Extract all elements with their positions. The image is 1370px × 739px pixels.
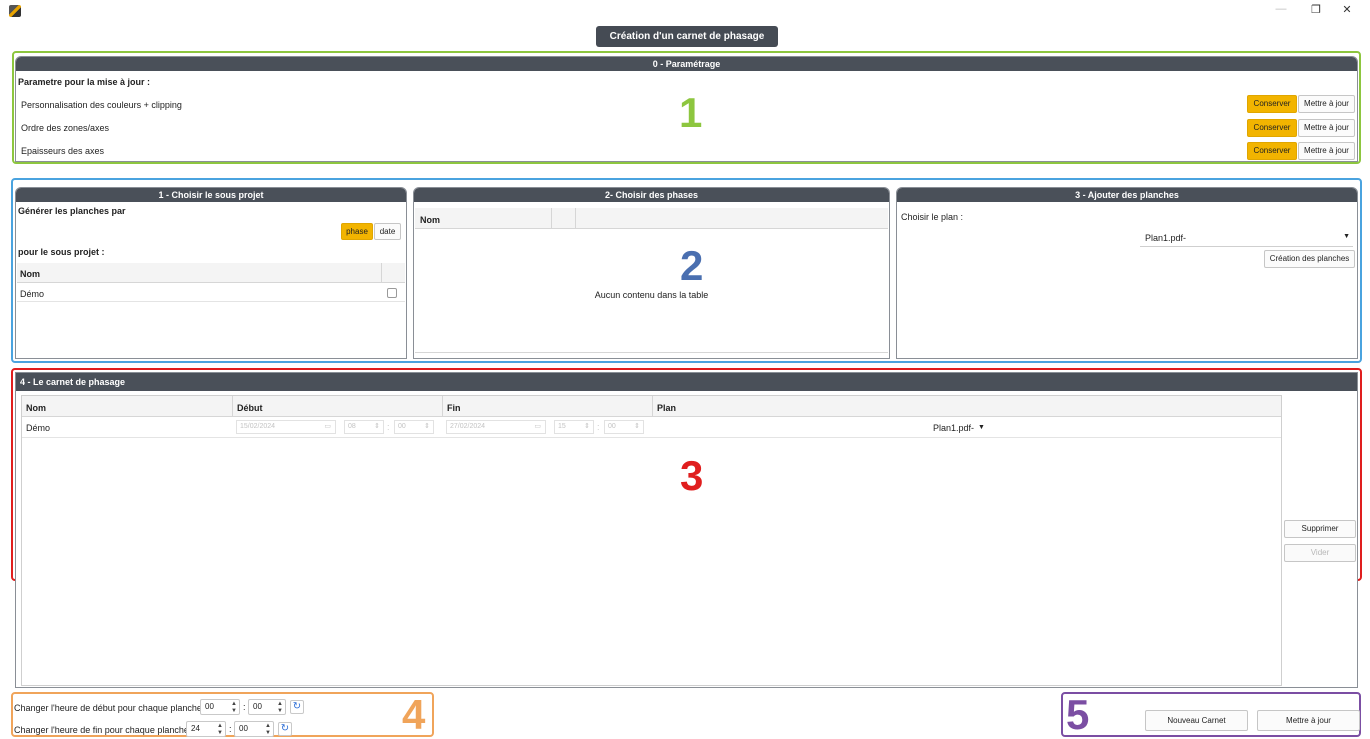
setting-label-thickness: Epaisseurs des axes xyxy=(21,146,105,156)
carnet-row-plan[interactable]: Plan1.pdf- xyxy=(933,423,974,433)
refresh-icon[interactable]: ↻ xyxy=(278,722,292,736)
for-subproject-label: pour le sous projet : xyxy=(18,247,105,257)
phases-table-header: Nom xyxy=(415,208,888,229)
carnet-panel: 4 - Le carnet de phasage Nom Début Fin P… xyxy=(15,372,1358,688)
keep-order-button[interactable]: Conserver xyxy=(1247,119,1297,137)
start-date-field[interactable]: 15/02/2024 ▭ xyxy=(236,420,336,434)
end-minute-spinner[interactable]: 00 ▲ ▼ xyxy=(234,721,274,737)
table-row[interactable]: Démo 15/02/2024 ▭ 08 ⇕ : 00 ⇕ 27/02/2024… xyxy=(22,418,1281,437)
boards-header: 3 - Ajouter des planches xyxy=(897,188,1357,202)
phases-header: 2- Choisir des phases xyxy=(414,188,889,202)
carnet-col-name: Nom xyxy=(26,403,46,413)
settings-subtitle: Parametre pour la mise à jour : xyxy=(18,77,151,87)
minimize-icon[interactable]: — xyxy=(1268,3,1294,15)
start-minute-spinner[interactable]: 00 ▲ ▼ xyxy=(248,699,286,715)
toggle-date-button[interactable]: date xyxy=(374,223,401,240)
start-hour-spinner[interactable]: 00 ▲ ▼ xyxy=(200,699,240,715)
chevron-up-icon[interactable]: ▲ xyxy=(265,723,271,729)
chevron-down-icon[interactable]: ▼ xyxy=(277,708,283,714)
carnet-header: 4 - Le carnet de phasage xyxy=(16,373,1357,391)
spinner-icon: ⇕ xyxy=(634,423,640,430)
chevron-down-icon[interactable]: ▼ xyxy=(217,730,223,736)
boards-panel: 3 - Ajouter des planches Choisir le plan… xyxy=(896,187,1358,359)
chevron-up-icon[interactable]: ▲ xyxy=(217,723,223,729)
marker-4: 4 xyxy=(402,691,426,738)
calendar-icon: ▭ xyxy=(534,423,541,430)
spinner-icon: ⇕ xyxy=(424,423,430,430)
marker-2: 2 xyxy=(680,242,704,289)
clear-button[interactable]: Vider xyxy=(1284,544,1356,562)
start-time-label: Changer l'heure de début pour chaque pla… xyxy=(14,703,207,713)
delete-button[interactable]: Supprimer xyxy=(1284,520,1356,538)
chevron-down-icon[interactable]: ▼ xyxy=(265,730,271,736)
end-minute-field[interactable]: 00 ⇕ xyxy=(604,420,644,434)
setting-label-colors: Personnalisation des couleurs + clipping xyxy=(21,100,182,110)
close-icon[interactable]: ✕ xyxy=(1334,3,1360,16)
phases-col-name: Nom xyxy=(420,215,440,225)
app-logo-icon xyxy=(9,5,21,17)
carnet-col-plan: Plan xyxy=(657,403,677,413)
subproject-header: 1 - Choisir le sous projet xyxy=(16,188,406,202)
subproject-row-checkbox[interactable] xyxy=(387,288,397,298)
chevron-down-icon[interactable]: ▼ xyxy=(231,708,237,714)
carnet-col-end: Fin xyxy=(447,403,461,413)
end-time-label: Changer l'heure de fin pour chaque planc… xyxy=(14,725,194,735)
carnet-row-name: Démo xyxy=(26,423,51,433)
phases-empty-text: Aucun contenu dans la table xyxy=(594,290,709,300)
refresh-icon[interactable]: ↻ xyxy=(290,700,304,714)
col-name: Nom xyxy=(20,269,40,279)
start-hour-field[interactable]: 08 ⇕ xyxy=(344,420,384,434)
update-thickness-button[interactable]: Mettre à jour xyxy=(1298,142,1355,160)
generate-label: Générer les planches par xyxy=(18,206,126,216)
subproject-row-name: Démo xyxy=(20,289,45,299)
marker-5: 5 xyxy=(1066,691,1090,738)
subproject-table-header: Nom xyxy=(17,263,405,283)
keep-colors-button[interactable]: Conserver xyxy=(1247,95,1297,113)
marker-1: 1 xyxy=(679,89,703,136)
start-minute-field[interactable]: 00 ⇕ xyxy=(394,420,434,434)
update-order-button[interactable]: Mettre à jour xyxy=(1298,119,1355,137)
calendar-icon: ▭ xyxy=(324,423,331,430)
page-title: Création d'un carnet de phasage xyxy=(596,26,778,47)
update-carnet-button[interactable]: Mettre à jour xyxy=(1257,710,1360,731)
end-hour-spinner[interactable]: 24 ▲ ▼ xyxy=(186,721,226,737)
plan-select-value: Plan1.pdf- xyxy=(1145,233,1187,243)
chevron-up-icon[interactable]: ▲ xyxy=(231,701,237,707)
settings-header: 0 - Paramétrage xyxy=(16,57,1357,71)
carnet-table: Nom Début Fin Plan Démo 15/02/2024 ▭ 08 … xyxy=(21,395,1282,686)
choose-plan-label: Choisir le plan : xyxy=(901,212,964,222)
spinner-icon: ⇕ xyxy=(584,423,590,430)
window-titlebar: — ❐ ✕ xyxy=(0,0,1370,22)
subproject-panel: 1 - Choisir le sous projet Générer les p… xyxy=(15,187,407,359)
end-hour-field[interactable]: 15 ⇕ xyxy=(554,420,594,434)
phases-panel: 2- Choisir des phases Nom Aucun contenu … xyxy=(413,187,890,359)
setting-label-order: Ordre des zones/axes xyxy=(21,123,110,133)
end-date-field[interactable]: 27/02/2024 ▭ xyxy=(446,420,546,434)
update-colors-button[interactable]: Mettre à jour xyxy=(1298,95,1355,113)
chevron-up-icon[interactable]: ▲ xyxy=(277,701,283,707)
spinner-icon: ⇕ xyxy=(374,423,380,430)
restore-icon[interactable]: ❐ xyxy=(1303,3,1329,16)
create-boards-button[interactable]: Création des planches xyxy=(1264,250,1355,268)
chevron-down-icon: ▼ xyxy=(1343,233,1350,240)
carnet-col-start: Début xyxy=(237,403,263,413)
keep-thickness-button[interactable]: Conserver xyxy=(1247,142,1297,160)
plan-select[interactable]: Plan1.pdf- ▼ xyxy=(1140,228,1353,247)
new-carnet-button[interactable]: Nouveau Carnet xyxy=(1145,710,1248,731)
chevron-down-icon[interactable]: ▼ xyxy=(978,424,985,431)
carnet-table-header: Nom Début Fin Plan xyxy=(22,396,1281,417)
marker-3: 3 xyxy=(680,452,704,499)
toggle-phase-button[interactable]: phase xyxy=(341,223,373,240)
